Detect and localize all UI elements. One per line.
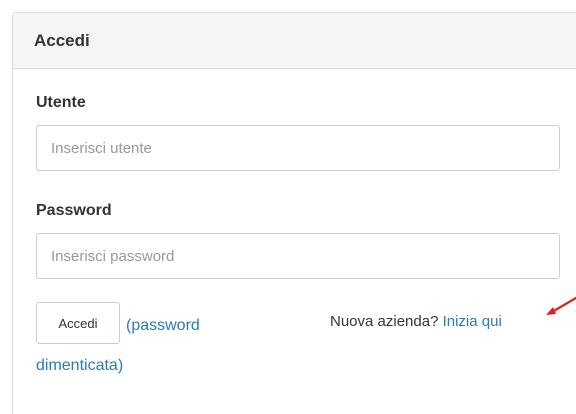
signup-prompt-row: Nuova azienda? Inizia qui [330,313,502,330]
red-arrow-icon [546,296,576,315]
login-panel: Accedi Utente Password Accedi (password … [12,12,576,414]
login-button[interactable]: Accedi [36,302,120,344]
panel-heading: Accedi [13,13,576,69]
password-label: Password [36,202,112,219]
forgot-password-line1: (password [126,317,200,334]
panel-title: Accedi [34,30,90,50]
signup-link[interactable]: Inizia qui [443,313,502,330]
forgot-password-link[interactable]: (password dimenticata) [36,317,200,374]
user-input[interactable] [36,125,560,171]
forgot-password-link-wrapper: (password dimenticata) [36,306,256,374]
user-label: Utente [36,94,86,111]
signup-prompt: Nuova azienda? [330,313,439,330]
forgot-password-line2: dimenticata) [36,357,124,374]
password-input[interactable] [36,233,560,279]
